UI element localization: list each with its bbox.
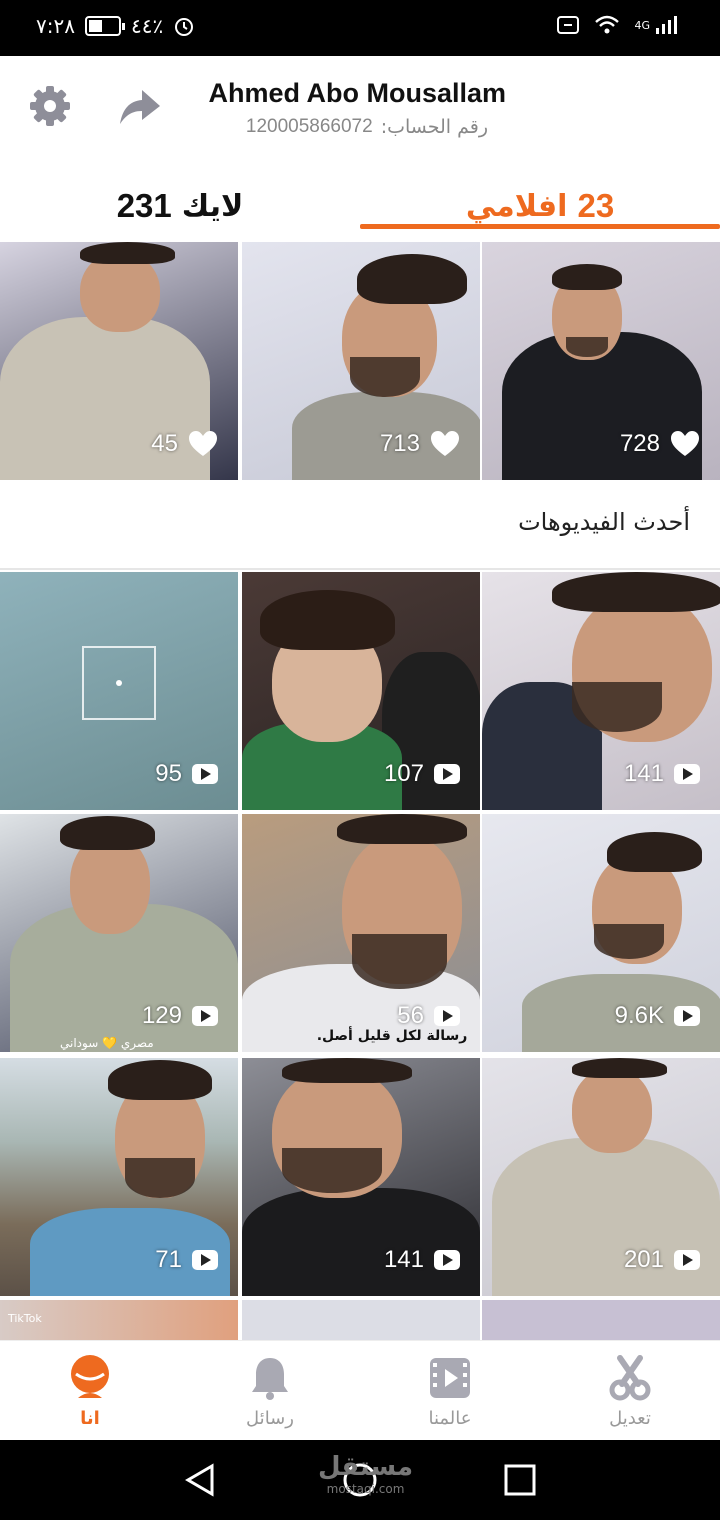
video-thumbnail[interactable]: 728 bbox=[482, 242, 720, 480]
videos-count: 23 bbox=[577, 187, 615, 224]
profile-icon bbox=[71, 1354, 109, 1398]
bell-icon bbox=[252, 1357, 288, 1400]
video-thumbnail[interactable]: 201 bbox=[482, 1058, 720, 1296]
profile-name: Ahmed Abo Mousallam bbox=[208, 78, 506, 108]
nav-edit[interactable]: تعديل bbox=[540, 1341, 720, 1441]
video-thumbnail[interactable]: 141 bbox=[242, 1058, 480, 1296]
video-thumbnail[interactable] bbox=[242, 1300, 480, 1340]
video-thumbnail[interactable]: 141 bbox=[482, 572, 720, 810]
status-bar: ٧:٢٨ ٤٤٪ 4G bbox=[0, 0, 720, 56]
back-icon[interactable] bbox=[182, 1462, 218, 1498]
scissors-icon bbox=[609, 1354, 651, 1400]
like-count: 728 bbox=[620, 430, 700, 458]
video-thumbnail[interactable]: 45 bbox=[0, 242, 238, 480]
view-count: 95 bbox=[155, 760, 218, 788]
play-icon bbox=[192, 1250, 218, 1270]
nav-world[interactable]: عالمنا bbox=[360, 1341, 540, 1441]
play-icon bbox=[674, 1250, 700, 1270]
recents-icon[interactable] bbox=[502, 1462, 538, 1498]
view-count: 71 bbox=[155, 1246, 218, 1274]
watermark-logo: مستقل mostaqi.com bbox=[318, 1452, 414, 1496]
account-number: 120005866072 bbox=[245, 116, 373, 137]
play-icon bbox=[674, 1006, 700, 1026]
view-count: 107 bbox=[384, 760, 460, 788]
video-thumbnail[interactable]: TikTok bbox=[0, 1300, 238, 1340]
video-thumbnail[interactable]: مصري 💛 سوداني 129 bbox=[0, 814, 238, 1052]
video-thumbnail[interactable]: 95 bbox=[0, 572, 238, 810]
likes-label: لايك bbox=[181, 188, 244, 224]
system-navigation-bar: مستقل mostaqi.com bbox=[0, 1440, 720, 1520]
recent-videos-grid: 141 107 95 9.6K رسالة لكل قليل أصل. 56 م… bbox=[0, 572, 720, 1340]
tab-likes[interactable]: لايك 231 bbox=[0, 176, 360, 236]
wifi-icon bbox=[595, 15, 620, 34]
play-icon bbox=[192, 1006, 218, 1026]
video-caption: رسالة لكل قليل أصل. bbox=[316, 1028, 468, 1044]
play-icon bbox=[434, 1250, 460, 1270]
bottom-nav: انا رسائل عالمنا تعديل bbox=[0, 1340, 720, 1440]
heart-icon bbox=[189, 431, 217, 456]
share-icon[interactable] bbox=[118, 84, 162, 128]
play-icon bbox=[434, 764, 460, 784]
view-count: 129 bbox=[142, 1002, 218, 1030]
top-videos-grid: 728 713 45 bbox=[0, 242, 720, 482]
profile-tabs: 23 افلامي لايك 231 bbox=[0, 176, 720, 236]
play-icon bbox=[434, 1006, 460, 1026]
divider bbox=[0, 568, 720, 570]
profile-header: Ahmed Abo Mousallam رقم الحساب: 12000586… bbox=[0, 56, 720, 176]
videos-label: افلامي bbox=[465, 188, 568, 224]
tiktok-watermark: TikTok bbox=[8, 1312, 42, 1325]
video-thumbnail[interactable]: 713 bbox=[242, 242, 480, 480]
play-icon bbox=[674, 764, 700, 784]
video-thumbnail[interactable]: 71 bbox=[0, 1058, 238, 1296]
video-thumbnail[interactable]: 9.6K bbox=[482, 814, 720, 1052]
signal-icon bbox=[656, 16, 677, 34]
play-icon bbox=[192, 764, 218, 784]
view-count: 56 bbox=[397, 1002, 460, 1030]
network-label: 4G bbox=[634, 18, 650, 32]
country-caption: مصري 💛 سوداني bbox=[60, 1036, 154, 1050]
nav-me[interactable]: انا bbox=[0, 1341, 180, 1441]
like-count: 713 bbox=[380, 430, 460, 458]
battery-percent: ٤٤٪ bbox=[130, 14, 164, 38]
account-number-row: رقم الحساب: 120005866072 bbox=[246, 116, 488, 138]
heart-icon bbox=[671, 431, 699, 456]
gear-icon[interactable] bbox=[28, 84, 72, 128]
video-thumbnail[interactable]: 107 bbox=[242, 572, 480, 810]
active-tab-indicator bbox=[360, 224, 720, 229]
heart-icon bbox=[431, 431, 459, 456]
account-label: رقم الحساب: bbox=[380, 116, 488, 138]
video-library-icon bbox=[430, 1357, 470, 1398]
video-thumbnail[interactable] bbox=[482, 1300, 720, 1340]
view-count: 201 bbox=[624, 1246, 700, 1274]
like-count: 45 bbox=[151, 430, 218, 458]
nav-messages[interactable]: رسائل bbox=[180, 1341, 360, 1441]
view-count: 141 bbox=[384, 1246, 460, 1274]
likes-count: 231 bbox=[116, 187, 172, 224]
video-thumbnail[interactable]: رسالة لكل قليل أصل. 56 bbox=[242, 814, 480, 1052]
screen-share-icon bbox=[557, 16, 580, 34]
alarm-icon bbox=[175, 18, 194, 36]
view-count: 141 bbox=[624, 760, 700, 788]
section-title-recent: أحدث الفيديوهات bbox=[518, 508, 690, 536]
status-time: ٧:٢٨ bbox=[36, 14, 75, 38]
view-count: 9.6K bbox=[615, 1002, 700, 1030]
battery-icon bbox=[84, 16, 125, 36]
